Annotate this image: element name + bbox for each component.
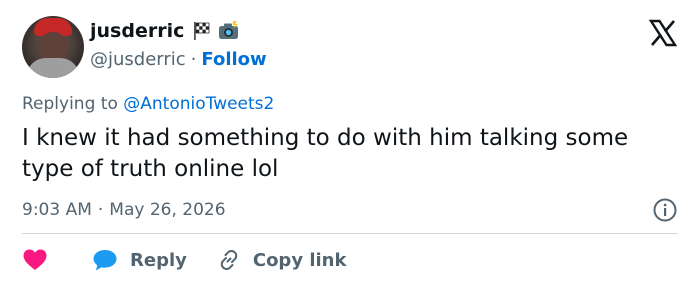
author-handle[interactable]: @jusderric — [90, 49, 186, 70]
tweet-text: I knew it had something to do with him t… — [22, 125, 629, 182]
author-name[interactable]: jusderric — [90, 20, 184, 42]
tweet-timestamp: 9:03 AM · May 26, 2026 — [22, 198, 226, 222]
follow-button[interactable]: Follow — [201, 49, 266, 70]
x-logo-icon[interactable] — [648, 18, 678, 48]
author-name-row: jusderric — [90, 18, 240, 44]
reply-label: Reply — [130, 249, 187, 271]
copy-link-label: Copy link — [252, 249, 347, 271]
tweet-actions: Reply Copy link — [22, 246, 346, 274]
tweet-header: jusderric @jusderric · Follow — [22, 14, 682, 78]
heart-icon — [23, 249, 47, 270]
like-button[interactable] — [22, 248, 52, 272]
replying-to-line: Replying to @AntonioTweets2 — [22, 94, 274, 114]
link-icon — [220, 249, 238, 271]
checkered-flag-icon — [191, 21, 211, 41]
info-icon[interactable] — [652, 197, 678, 223]
tweet-date[interactable]: May 26, 2026 — [109, 200, 225, 220]
tweet-time[interactable]: 9:03 AM — [22, 200, 92, 220]
avatar[interactable] — [22, 16, 84, 78]
reply-bubble-icon — [93, 250, 117, 271]
divider — [22, 233, 678, 234]
handle-row: @jusderric · Follow — [90, 47, 267, 71]
reply-mention-link[interactable]: @AntonioTweets2 — [123, 94, 274, 114]
camera-flash-icon — [218, 21, 240, 41]
replying-to-label: Replying to — [22, 94, 124, 114]
timestamp-separator: · — [97, 200, 104, 220]
reply-button[interactable]: Reply — [92, 248, 187, 272]
copy-link-button[interactable]: Copy link — [217, 248, 347, 272]
handle-separator: · — [190, 48, 197, 70]
